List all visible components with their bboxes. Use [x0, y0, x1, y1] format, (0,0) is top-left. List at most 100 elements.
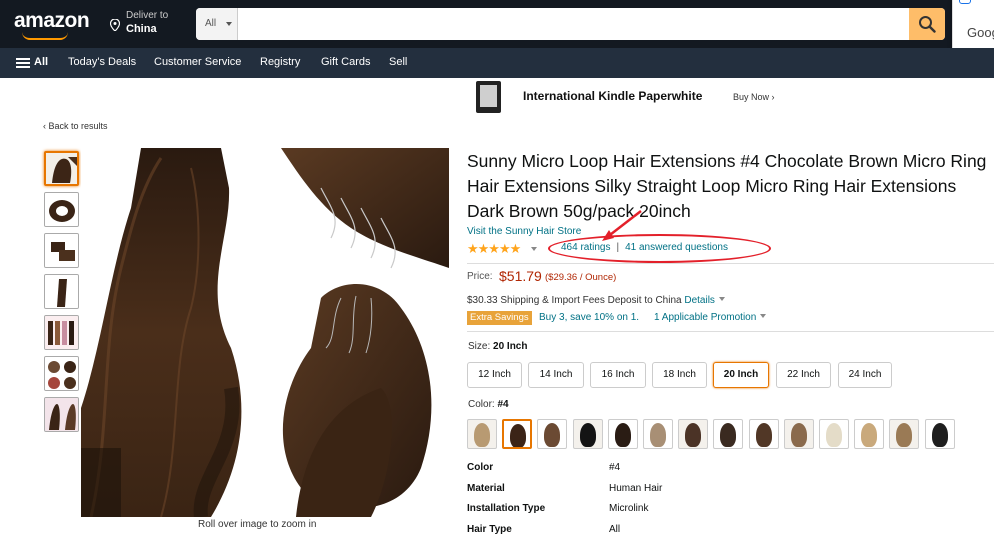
location-pin-icon [110, 19, 120, 31]
color-label: Color: #4 [468, 399, 509, 410]
rating-dropdown-icon[interactable] [530, 247, 537, 251]
shipping-details-link[interactable]: Details [684, 295, 715, 306]
shipping-info: $30.33 Shipping & Import Fees Deposit to… [467, 295, 725, 306]
color-swatch[interactable] [713, 419, 743, 449]
search-icon [919, 16, 936, 33]
nav-todays-deals[interactable]: Today's Deals [68, 56, 136, 68]
thumbnail-6[interactable] [44, 356, 79, 391]
extra-savings-badge: Extra Savings [467, 311, 532, 325]
price-label: Price: [467, 271, 493, 282]
swatch-hair-icon [756, 423, 772, 447]
thumbnail-hair-image [45, 234, 78, 267]
back-to-results-link[interactable]: ‹ Back to results [43, 121, 108, 131]
swatch-hair-icon [544, 423, 560, 447]
swatch-hair-icon [580, 423, 596, 447]
color-swatch[interactable] [819, 419, 849, 449]
color-swatch[interactable] [925, 419, 955, 449]
thumbnail-7[interactable] [44, 397, 79, 432]
kindle-promo-title[interactable]: International Kindle Paperwhite [523, 89, 702, 103]
size-option-18[interactable]: 18 Inch [652, 362, 707, 388]
color-label-text: Color: [468, 399, 495, 410]
spec-value: #4 [609, 462, 621, 473]
logo-smile-icon [22, 32, 68, 40]
thumbnail-hair-image [45, 275, 78, 308]
spec-key: Installation Type [467, 503, 546, 514]
size-option-14[interactable]: 14 Inch [528, 362, 584, 388]
kindle-device-image[interactable] [476, 81, 501, 113]
swatch-hair-icon [932, 423, 948, 447]
spec-value: All [609, 524, 621, 535]
hair-extension-photo [81, 148, 449, 517]
swatch-hair-icon [896, 423, 912, 447]
color-swatch[interactable] [573, 419, 603, 449]
swatch-hair-icon [615, 423, 631, 447]
store-link[interactable]: Visit the Sunny Hair Store [467, 226, 581, 237]
thumbnail-hair-image [46, 153, 77, 184]
nav-registry[interactable]: Registry [260, 56, 300, 68]
color-swatch[interactable] [467, 419, 497, 449]
size-option-22[interactable]: 22 Inch [776, 362, 831, 388]
thumbnail-1[interactable] [44, 151, 79, 186]
nav-sell[interactable]: Sell [389, 56, 407, 68]
deliver-label: Deliver to [126, 10, 169, 21]
deliver-country: China [126, 23, 157, 35]
color-swatch[interactable] [678, 419, 708, 449]
kindle-buy-now-link[interactable]: Buy Now › [733, 92, 775, 102]
spec-key: Material [467, 483, 505, 494]
divider [467, 331, 994, 332]
thumbnail-3[interactable] [44, 233, 79, 268]
color-swatch[interactable] [608, 419, 638, 449]
caret-down-icon[interactable] [718, 297, 725, 301]
caret-down-icon [760, 314, 767, 318]
nav-customer-service[interactable]: Customer Service [154, 56, 241, 68]
amazon-logo[interactable]: amazon [14, 9, 90, 33]
swatch-hair-icon [510, 424, 526, 447]
thumbnail-5[interactable] [44, 315, 79, 350]
popup-frame-icon [959, 0, 971, 4]
zoom-caption: Roll over image to zoom in [198, 519, 317, 530]
search-bar: All [196, 8, 945, 40]
promotion-link[interactable]: 1 Applicable Promotion [654, 312, 767, 323]
caret-down-icon [226, 22, 232, 26]
popup-text: Goog [967, 25, 994, 40]
nav-all[interactable]: All [34, 56, 48, 68]
spec-value: Microlink [609, 503, 649, 514]
swatch-hair-icon [685, 423, 701, 447]
swatch-hair-icon [474, 423, 490, 447]
search-button[interactable] [909, 8, 945, 40]
search-category-label: All [205, 18, 217, 29]
size-option-16[interactable]: 16 Inch [590, 362, 646, 388]
swatch-hair-icon [650, 423, 666, 447]
search-input[interactable] [239, 8, 909, 40]
thumbnail-hair-image [45, 193, 78, 226]
thumbnail-4[interactable] [44, 274, 79, 309]
price-value: $51.79 [499, 268, 542, 284]
swatch-hair-icon [791, 423, 807, 447]
swatch-hair-icon [826, 423, 842, 447]
search-category-select[interactable]: All [196, 8, 238, 40]
price-per-unit: ($29.36 / Ounce) [545, 272, 617, 283]
stars-icon: ★★★★★ [467, 241, 521, 256]
size-option-24[interactable]: 24 Inch [838, 362, 892, 388]
main-product-image[interactable] [81, 148, 449, 517]
color-swatch[interactable] [643, 419, 673, 449]
spec-key: Color [467, 462, 494, 473]
size-option-12[interactable]: 12 Inch [467, 362, 522, 388]
color-swatch[interactable] [889, 419, 919, 449]
color-swatch[interactable] [749, 419, 779, 449]
thumbnail-2[interactable] [44, 192, 79, 227]
divider [467, 263, 994, 264]
color-swatch[interactable] [537, 419, 567, 449]
annotation-oval [548, 234, 771, 263]
color-swatch[interactable] [854, 419, 884, 449]
hamburger-menu-icon[interactable] [16, 58, 30, 68]
star-rating[interactable]: ★★★★★ [467, 240, 537, 258]
swatch-hair-icon [720, 423, 736, 447]
nav-gift-cards[interactable]: Gift Cards [321, 56, 371, 68]
savings-offer-link[interactable]: Buy 3, save 10% on 1. [539, 312, 639, 323]
color-selected-value: #4 [497, 399, 509, 410]
color-swatch[interactable] [784, 419, 814, 449]
size-label-text: Size: [468, 341, 491, 352]
size-option-20[interactable]: 20 Inch [713, 362, 769, 388]
color-swatch[interactable] [502, 419, 532, 449]
